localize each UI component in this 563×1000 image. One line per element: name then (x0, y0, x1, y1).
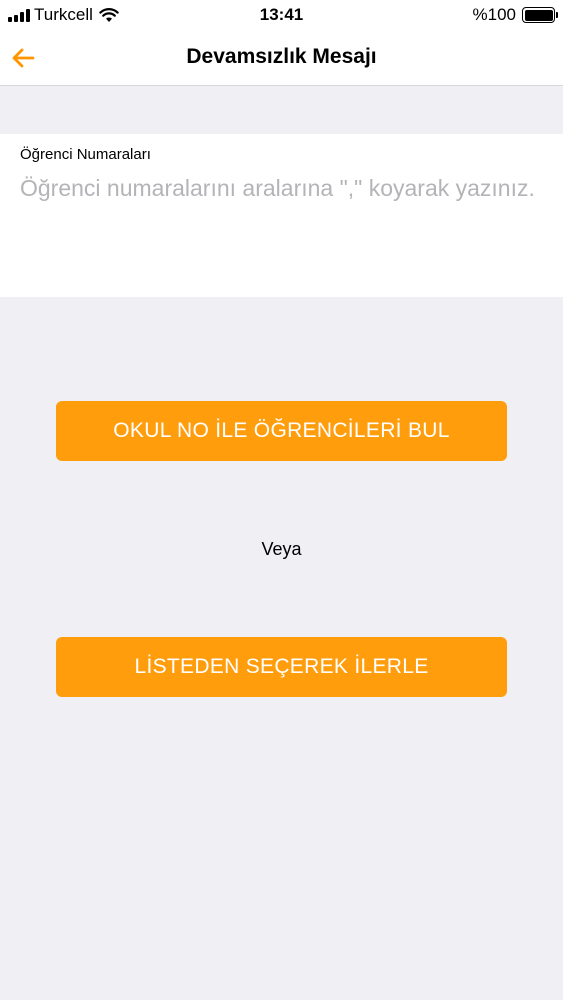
navigation-bar: Devamsızlık Mesajı (0, 30, 563, 86)
select-from-list-button[interactable]: LİSTEDEN SEÇEREK İLERLE (56, 637, 507, 697)
or-separator-text: Veya (261, 539, 302, 559)
status-right: %100 (472, 5, 558, 25)
find-students-by-number-button[interactable]: OKUL NO İLE ÖĞRENCİLERİ BUL (56, 401, 507, 461)
student-numbers-label: Öğrenci Numaraları (20, 146, 151, 163)
student-numbers-input[interactable] (20, 172, 540, 282)
page-title: Devamsızlık Mesajı (186, 45, 377, 68)
status-bar: Turkcell 13:41 %100 (0, 0, 563, 30)
student-numbers-section: Öğrenci Numaraları (0, 134, 563, 297)
battery-percentage: %100 (472, 5, 516, 24)
battery-icon (522, 7, 558, 23)
